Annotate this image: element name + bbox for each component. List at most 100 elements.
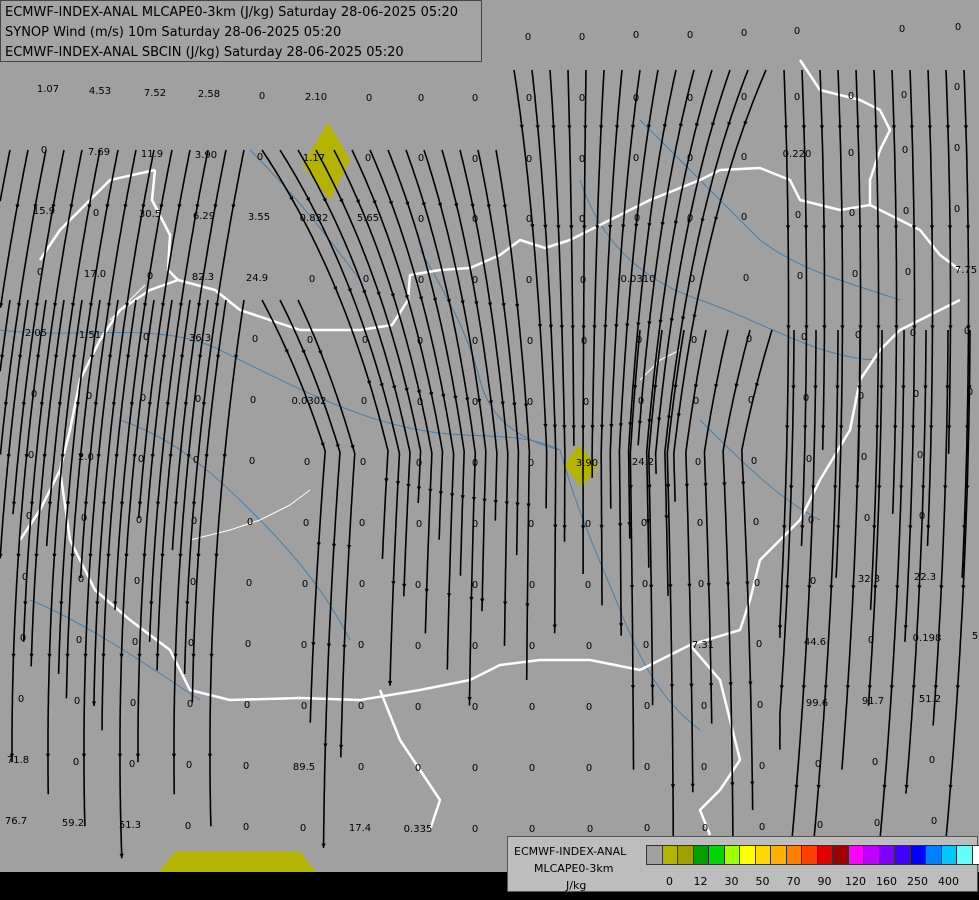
streamline-arrowhead <box>185 601 190 607</box>
streamline-arrowhead <box>650 684 655 690</box>
streamline-arrowhead <box>562 425 567 430</box>
streamline-arrowhead <box>800 525 805 530</box>
streamline-arrowhead <box>119 853 124 859</box>
sbcin-value: 0 <box>359 579 365 590</box>
sbcin-value: 0 <box>529 641 535 652</box>
streamline-arrowhead <box>583 125 588 130</box>
sbcin-value: 5 <box>972 631 978 642</box>
streamline-arrowhead <box>855 485 860 490</box>
country-borders <box>18 59 961 836</box>
streamline-arrowhead <box>945 125 951 130</box>
streamline-arrowhead <box>551 125 556 130</box>
sbcin-value: 0 <box>249 456 255 467</box>
sbcin-value: 0 <box>848 91 854 102</box>
sbcin-value: 0 <box>20 633 26 644</box>
streamline-arrowhead <box>778 625 783 630</box>
streamline-arrowhead <box>722 482 727 487</box>
sbcin-value: 0 <box>243 761 249 772</box>
streamline-arrowhead <box>47 501 53 507</box>
sbcin-value: 0 <box>586 641 592 652</box>
sbcin-value: 76.7 <box>5 816 27 827</box>
streamline-arrowhead <box>0 302 4 308</box>
streamline-arrowhead <box>335 443 340 449</box>
streamline-arrowhead <box>29 653 34 659</box>
streamline-arrowhead <box>803 425 808 430</box>
sbcin-value: 0 <box>753 517 759 528</box>
streamline-arrowhead <box>785 425 790 430</box>
streamline-arrowhead <box>460 495 465 500</box>
sbcin-value: 0 <box>358 762 364 773</box>
sbcin-value: 82.3 <box>192 272 214 283</box>
legend-tick-label: 0 <box>666 875 673 888</box>
sbcin-value: 0 <box>257 152 263 163</box>
streamline-arrowhead <box>911 425 916 430</box>
streamline-arrowhead <box>571 425 576 430</box>
streamline-arrowhead <box>91 701 97 706</box>
sbcin-value: 0 <box>472 336 478 347</box>
streamline-arrowhead <box>559 325 564 330</box>
streamline-arrowhead <box>857 225 863 230</box>
sbcin-value: 0 <box>526 275 532 286</box>
sbcin-value: 0 <box>583 397 589 408</box>
sbcin-value: 0 <box>641 518 647 529</box>
sbcin-value: 0 <box>644 823 650 834</box>
streamline-arrowhead <box>955 685 960 690</box>
streamline-arrowhead <box>101 653 106 659</box>
sbcin-value: 0 <box>195 394 201 405</box>
streamline-arrowhead <box>119 501 125 507</box>
sbcin-value: 0 <box>360 457 366 468</box>
streamline-arrowhead <box>899 485 904 490</box>
streamline-arrowhead <box>320 442 325 448</box>
sbcin-value: 0 <box>415 763 421 774</box>
sbcin-value: 0 <box>472 824 478 835</box>
streamline-arrowhead <box>581 425 586 430</box>
streamline-arrowhead <box>801 685 806 690</box>
sbcin-value: 0 <box>757 700 763 711</box>
streamline-arrowhead <box>637 420 643 426</box>
legend-tick-label: 50 <box>755 875 770 888</box>
streamline-arrowhead <box>101 501 107 507</box>
map-title-box: ECMWF-INDEX-ANAL MLCAPE0-3km (J/kg) Satu… <box>0 0 482 62</box>
streamline-arrowhead <box>599 125 604 130</box>
streamline-arrowhead <box>599 424 605 430</box>
sbcin-value: 0 <box>418 275 424 286</box>
wind-streamline <box>932 330 949 726</box>
streamline-arrowhead <box>911 685 916 690</box>
streamline-arrowhead <box>446 593 452 598</box>
streamline-arrowhead <box>124 553 129 559</box>
sbcin-value: 0 <box>22 572 28 583</box>
sbcin-value: 0 <box>806 454 812 465</box>
sbcin-value: 0 <box>526 154 532 165</box>
wind-streamline <box>495 149 531 680</box>
streamline-arrowhead <box>0 553 3 559</box>
weather-map: 1.07 4.53 7.52 2.58 0 2.10 0 0 0 0 0 0 0 0 0 0 0 0 0 0 0 0 0 0 0… <box>0 22 978 872</box>
streamline-arrowhead <box>142 553 147 559</box>
streamline-arrowhead <box>469 596 474 602</box>
sbcin-value: 0 <box>638 396 644 407</box>
title-line-cin: ECMWF-INDEX-ANAL SBCIN (J/kg) Saturday 2… <box>5 45 404 60</box>
streamline-arrowhead <box>384 478 389 483</box>
sbcin-value: 0 <box>78 574 84 585</box>
sbcin-value: 0 <box>300 823 306 834</box>
wind-streamline <box>609 69 641 509</box>
sbcin-value: 3.90 <box>195 150 217 161</box>
streamline-arrowhead <box>618 423 624 428</box>
sbcin-value: 0 <box>247 517 253 528</box>
sbcin-value: 0 <box>864 513 870 524</box>
sbcin-value: 0 <box>808 515 814 526</box>
legend-swatch <box>909 845 926 865</box>
streamline-arrowhead <box>171 753 177 759</box>
wind-streamline <box>315 149 422 504</box>
legend-tick-label: 30 <box>724 875 739 888</box>
streamline-arrowhead <box>117 753 123 759</box>
sbcin-value: 0 <box>919 511 925 522</box>
sbcin-value: 0 <box>415 702 421 713</box>
streamline-arrowhead <box>405 201 410 207</box>
streamline-arrowhead <box>83 653 88 659</box>
sbcin-value: 0 <box>307 335 313 346</box>
sbcin-value: 0 <box>472 93 478 104</box>
legend-swatch <box>940 845 957 865</box>
streamline-arrowhead <box>903 625 908 630</box>
streamline-arrowhead <box>943 485 948 490</box>
legend-tick-label: 90 <box>817 875 832 888</box>
